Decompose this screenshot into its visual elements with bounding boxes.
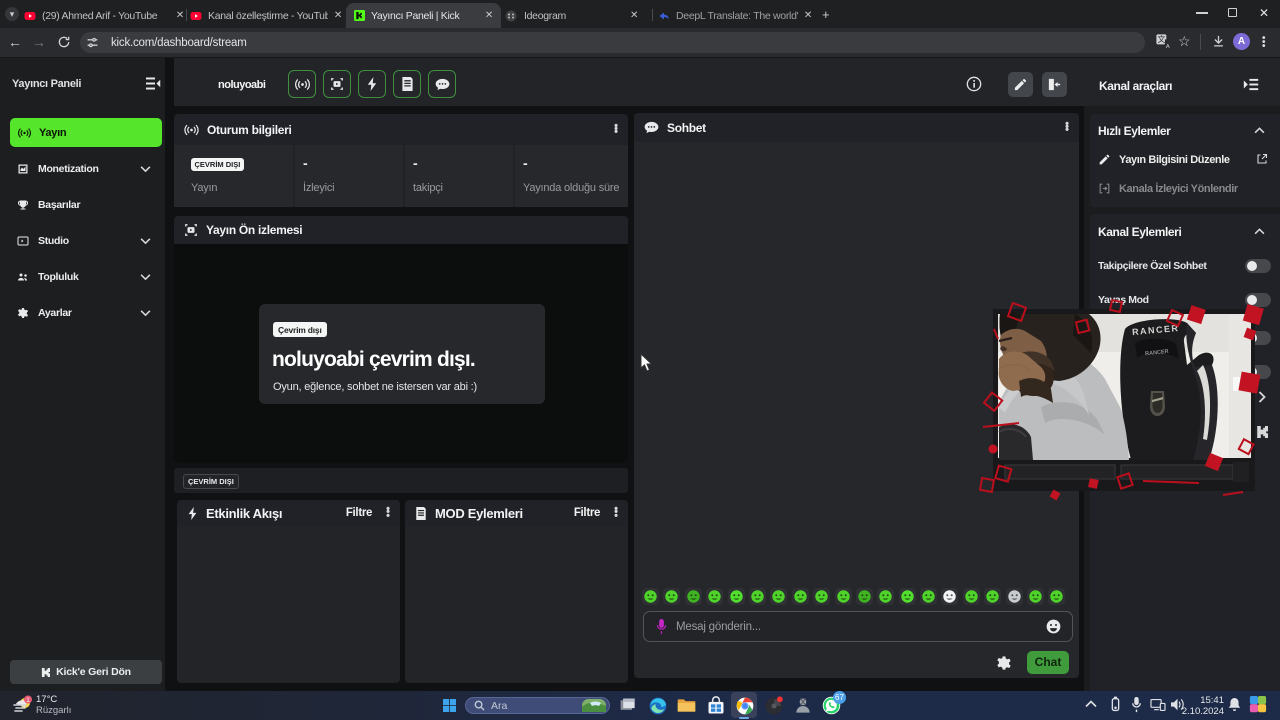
svg-text:文: 文 [1157,34,1165,44]
svg-text:A: A [1166,44,1170,50]
svg-text:1: 1 [26,697,30,704]
